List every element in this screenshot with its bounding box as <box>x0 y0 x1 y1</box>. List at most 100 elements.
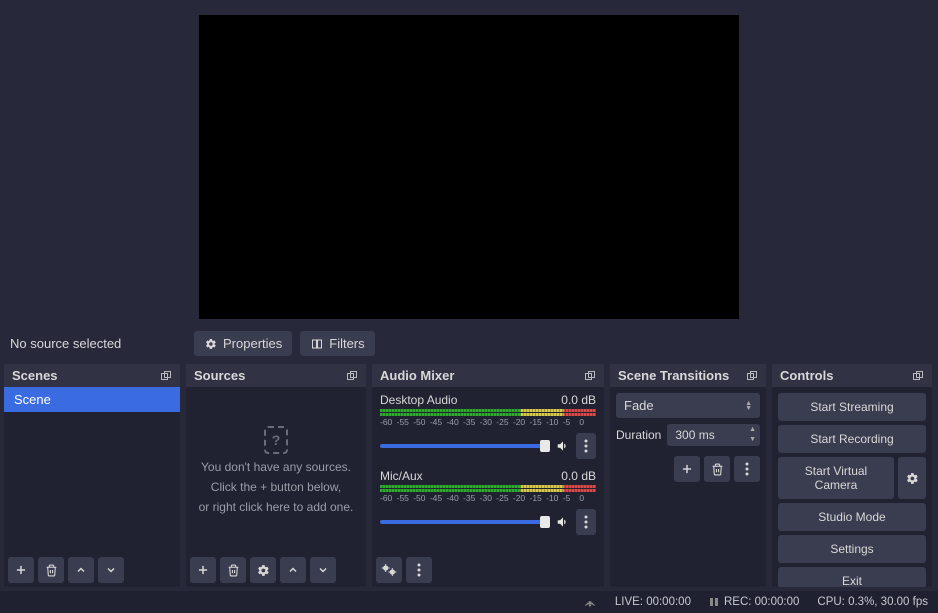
scenes-list[interactable]: Scene <box>4 387 180 553</box>
channel-level: 0.0 dB <box>561 393 596 407</box>
preview-area <box>0 0 938 323</box>
remove-source-button[interactable] <box>220 557 246 583</box>
sources-empty-line3: or right click here to add one. <box>199 500 354 514</box>
add-source-button[interactable] <box>190 557 216 583</box>
mixer-channel-mic-aux: Mic/Aux 0.0 dB -60-55-50-45-40-35-30-25-… <box>380 469 596 535</box>
status-rec: REC: 00:00:00 <box>709 596 799 608</box>
move-source-down-button[interactable] <box>310 557 336 583</box>
scenes-title: Scenes <box>12 368 58 383</box>
transition-select[interactable]: Fade ▲▼ <box>616 393 760 418</box>
exit-button[interactable]: Exit <box>778 567 926 587</box>
audio-mixer-dock: Audio Mixer Desktop Audio 0.0 dB -60-55-… <box>372 364 604 587</box>
transitions-dock: Scene Transitions Fade ▲▼ Duration ▲ ▼ <box>610 364 766 587</box>
status-network <box>583 596 597 608</box>
filters-icon <box>310 337 324 351</box>
transitions-header: Scene Transitions <box>610 364 766 387</box>
controls-body: Start Streaming Start Recording Start Vi… <box>772 387 932 587</box>
popout-icon[interactable] <box>346 370 358 382</box>
start-recording-button[interactable]: Start Recording <box>778 425 926 453</box>
transitions-body: Fade ▲▼ Duration ▲ ▼ <box>610 387 766 488</box>
duration-input[interactable] <box>675 428 747 442</box>
advanced-audio-button[interactable] <box>376 557 402 583</box>
add-scene-button[interactable] <box>8 557 34 583</box>
status-bar: LIVE: 00:00:00 REC: 00:00:00 CPU: 0.3%, … <box>0 591 938 613</box>
transition-selected: Fade <box>624 398 654 413</box>
gear-icon <box>204 337 218 351</box>
meter-ticks: -60-55-50-45-40-35-30-25-20-15-10-50 <box>380 493 596 503</box>
mixer-menu-button[interactable] <box>406 557 432 583</box>
mixer-title: Audio Mixer <box>380 368 454 383</box>
channel-options-button[interactable] <box>576 433 596 459</box>
cpu-label: CPU: 0.3%, 30.00 fps <box>817 596 928 608</box>
source-properties-button[interactable] <box>250 557 276 583</box>
spin-up-icon[interactable]: ▲ <box>747 425 758 435</box>
mixer-channel-desktop-audio: Desktop Audio 0.0 dB -60-55-50-45-40-35-… <box>380 393 596 459</box>
no-source-label: No source selected <box>10 336 186 351</box>
sources-toolbar <box>186 553 366 587</box>
move-source-up-button[interactable] <box>280 557 306 583</box>
virtual-camera-settings-button[interactable] <box>898 457 926 499</box>
context-bar: No source selected Properties Filters <box>0 323 938 364</box>
move-scene-down-button[interactable] <box>98 557 124 583</box>
audio-meter: -60-55-50-45-40-35-30-25-20-15-10-50 <box>380 409 596 427</box>
sources-dock: Sources ? You don't have any sources. Cl… <box>186 364 366 587</box>
sources-empty-line1: You don't have any sources. <box>201 460 351 474</box>
filters-label: Filters <box>329 336 364 351</box>
add-transition-button[interactable] <box>674 456 700 482</box>
remove-scene-button[interactable] <box>38 557 64 583</box>
popout-icon[interactable] <box>160 370 172 382</box>
question-icon: ? <box>264 426 289 454</box>
dock-row: Scenes Scene Sources ? You don't have an… <box>0 364 938 591</box>
duration-label: Duration <box>616 428 661 442</box>
scenes-toolbar <box>4 553 180 587</box>
status-live: LIVE: 00:00:00 <box>615 596 691 608</box>
sources-list[interactable]: ? You don't have any sources. Click the … <box>186 387 366 553</box>
channel-name: Mic/Aux <box>380 469 423 483</box>
spin-down-icon[interactable]: ▼ <box>747 435 758 445</box>
chevron-updown-icon: ▲▼ <box>745 401 752 411</box>
audio-meter: -60-55-50-45-40-35-30-25-20-15-10-50 <box>380 485 596 503</box>
controls-header: Controls <box>772 364 932 387</box>
signal-icon <box>583 596 597 608</box>
mixer-body: Desktop Audio 0.0 dB -60-55-50-45-40-35-… <box>372 387 604 553</box>
scene-item[interactable]: Scene <box>4 387 180 412</box>
rec-label: REC: 00:00:00 <box>724 596 799 608</box>
meter-ticks: -60-55-50-45-40-35-30-25-20-15-10-50 <box>380 417 596 427</box>
start-streaming-button[interactable]: Start Streaming <box>778 393 926 421</box>
preview-canvas[interactable] <box>199 15 739 319</box>
properties-button[interactable]: Properties <box>194 331 292 356</box>
studio-mode-button[interactable]: Studio Mode <box>778 503 926 531</box>
pause-icon <box>709 597 719 607</box>
properties-label: Properties <box>223 336 282 351</box>
sources-empty-line2: Click the + button below, <box>211 480 341 494</box>
popout-icon[interactable] <box>746 370 758 382</box>
mixer-header: Audio Mixer <box>372 364 604 387</box>
mixer-toolbar <box>372 553 604 587</box>
duration-spinbox[interactable]: ▲ ▼ <box>667 424 760 446</box>
channel-level: 0.0 dB <box>561 469 596 483</box>
move-scene-up-button[interactable] <box>68 557 94 583</box>
settings-button[interactable]: Settings <box>778 535 926 563</box>
remove-transition-button[interactable] <box>704 456 730 482</box>
controls-title: Controls <box>780 368 833 383</box>
channel-name: Desktop Audio <box>380 393 457 407</box>
live-label: LIVE: 00:00:00 <box>615 596 691 608</box>
scenes-dock: Scenes Scene <box>4 364 180 587</box>
speaker-icon[interactable] <box>556 515 570 529</box>
status-cpu: CPU: 0.3%, 30.00 fps <box>817 596 928 608</box>
filters-button[interactable]: Filters <box>300 331 374 356</box>
sources-empty-state: ? You don't have any sources. Click the … <box>186 387 366 553</box>
sources-header: Sources <box>186 364 366 387</box>
volume-slider[interactable] <box>380 444 550 448</box>
scenes-header: Scenes <box>4 364 180 387</box>
transition-properties-button[interactable] <box>734 456 760 482</box>
start-virtual-camera-button[interactable]: Start Virtual Camera <box>778 457 894 499</box>
popout-icon[interactable] <box>912 370 924 382</box>
sources-title: Sources <box>194 368 245 383</box>
speaker-icon[interactable] <box>556 439 570 453</box>
channel-options-button[interactable] <box>576 509 596 535</box>
volume-slider[interactable] <box>380 520 550 524</box>
popout-icon[interactable] <box>584 370 596 382</box>
controls-dock: Controls Start Streaming Start Recording… <box>772 364 932 587</box>
transitions-title: Scene Transitions <box>618 368 729 383</box>
